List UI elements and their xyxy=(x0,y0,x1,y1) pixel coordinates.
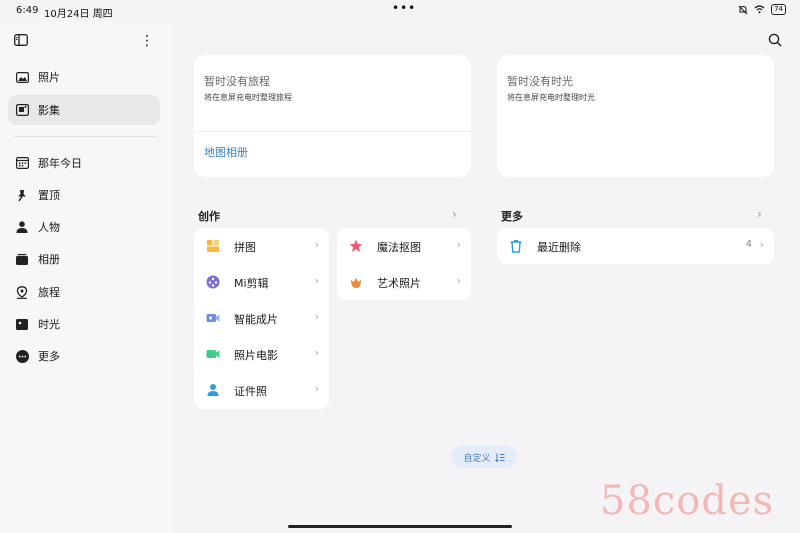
tool-smart-video[interactable]: 智能成片 › xyxy=(194,300,329,336)
sidebar-toggle-icon[interactable] xyxy=(14,34,28,46)
tool-art-photo[interactable]: 艺术照片 › xyxy=(337,264,471,300)
tool-magic-cutout[interactable]: 魔法抠图 › xyxy=(337,228,471,264)
chevron-right-icon: › xyxy=(314,274,319,287)
chevron-right-icon: › xyxy=(314,310,319,323)
sidebar-top: ⋮ xyxy=(14,34,160,52)
customize-button[interactable]: 自定义 xyxy=(451,446,517,468)
creation-tools-list-2: 魔法抠图 › 艺术照片 › xyxy=(337,228,471,300)
home-indicator[interactable] xyxy=(288,525,512,528)
more-section-title: 更多 xyxy=(501,210,523,223)
tool-label: 证件照 xyxy=(234,385,267,398)
image-icon xyxy=(15,71,29,83)
tool-label: 拼图 xyxy=(234,241,256,254)
sidebar-item-trips[interactable]: 旅程 xyxy=(8,277,160,307)
status-bar: 6:49 10月24日 周四 ••• 74 xyxy=(0,0,800,22)
card-divider xyxy=(194,131,471,132)
more-vertical-icon[interactable]: ⋮ xyxy=(140,34,154,48)
sidebar-item-people[interactable]: 人物 xyxy=(8,212,160,242)
moments-empty-subtitle: 将在息屏充电时整理时光 xyxy=(507,93,595,102)
calendar-icon xyxy=(15,157,29,169)
status-date: 10月24日 周四 xyxy=(44,9,113,20)
smart-video-icon xyxy=(206,314,220,322)
customize-button-label: 自定义 xyxy=(463,453,491,464)
sidebar-item-label: 置顶 xyxy=(38,189,60,202)
album-icon xyxy=(15,104,29,116)
location-icon xyxy=(16,285,28,299)
chevron-right-icon: › xyxy=(314,346,319,359)
sidebar-item-label: 照片 xyxy=(38,71,60,84)
sidebar-item-label: 人物 xyxy=(38,221,60,234)
tool-label: 智能成片 xyxy=(234,313,278,326)
chevron-right-icon: › xyxy=(314,382,319,395)
trash-icon xyxy=(510,240,522,253)
sidebar-item-label: 旅程 xyxy=(38,286,60,299)
mute-bell-icon xyxy=(738,5,748,14)
sidebar-item-label: 更多 xyxy=(38,350,60,363)
chevron-right-icon: › xyxy=(314,238,319,251)
more-chevron-icon[interactable]: › xyxy=(757,207,762,221)
tool-mi-edit[interactable]: Mi剪辑 › xyxy=(194,264,329,300)
sort-icon xyxy=(494,453,504,462)
status-icons: 74 xyxy=(738,4,786,15)
collage-icon xyxy=(207,240,219,252)
tool-id-photo[interactable]: 证件照 › xyxy=(194,372,329,408)
wifi-icon xyxy=(754,5,765,14)
sidebar-item-more[interactable]: 更多 xyxy=(8,341,160,371)
person-icon xyxy=(16,221,28,233)
trips-card: 暂时没有旅程 将在息屏充电时整理旅程 地图相册 xyxy=(194,55,471,177)
sidebar-item-label: 相册 xyxy=(38,253,60,266)
sidebar-item-photos[interactable]: 照片 xyxy=(8,62,160,92)
status-time: 6:49 xyxy=(16,5,39,16)
pin-icon xyxy=(18,189,26,201)
sidebar-item-folders[interactable]: 相册 xyxy=(8,244,160,274)
folder-icon xyxy=(16,253,28,265)
sidebar-item-moments[interactable]: 时光 xyxy=(8,309,160,339)
magic-cutout-icon xyxy=(349,239,363,252)
tool-photo-movie[interactable]: 照片电影 › xyxy=(194,336,329,372)
moments-empty-title: 暂时没有时光 xyxy=(507,75,573,88)
battery-icon: 74 xyxy=(771,4,786,15)
sidebar-item-label: 影集 xyxy=(38,104,60,117)
art-photo-icon xyxy=(351,278,361,288)
more-icon xyxy=(15,349,29,363)
recently-deleted-label: 最近删除 xyxy=(537,241,581,254)
search-icon[interactable] xyxy=(768,33,782,47)
tool-label: Mi剪辑 xyxy=(234,277,269,290)
creation-chevron-icon[interactable]: › xyxy=(452,207,457,221)
more-list: 最近删除 4 › xyxy=(497,228,774,264)
sidebar-item-label: 时光 xyxy=(38,318,60,331)
sidebar-item-label: 那年今日 xyxy=(38,157,82,170)
status-dots[interactable]: ••• xyxy=(392,1,416,15)
recently-deleted[interactable]: 最近删除 4 › xyxy=(497,228,774,264)
sidebar-item-albums[interactable]: 影集 xyxy=(8,95,160,125)
trips-empty-title: 暂时没有旅程 xyxy=(204,75,270,88)
trips-empty-subtitle: 将在息屏充电时整理旅程 xyxy=(204,93,292,102)
creation-tools-list: 拼图 › Mi剪辑 › 智能成片 › 照片电影 › 证件照 › xyxy=(194,228,329,409)
tool-collage[interactable]: 拼图 › xyxy=(194,228,329,264)
chevron-right-icon: › xyxy=(759,238,764,251)
moments-card: 暂时没有时光 将在息屏充电时整理时光 xyxy=(497,55,774,177)
film-icon xyxy=(16,318,28,330)
chevron-right-icon: › xyxy=(456,238,461,251)
sidebar-item-pinned[interactable]: 置顶 xyxy=(8,180,160,210)
id-photo-icon xyxy=(207,384,219,396)
creation-section-title: 创作 xyxy=(198,210,220,223)
sidebar: ⋮ 照片 影集 那年今日 置顶 人物 相册 旅程 时光 更多 xyxy=(0,22,174,533)
recently-deleted-count: 4 xyxy=(745,239,752,250)
tool-label: 艺术照片 xyxy=(377,277,421,290)
sidebar-item-memories[interactable]: 那年今日 xyxy=(8,148,160,178)
watermark: 58codes xyxy=(600,478,775,524)
chevron-right-icon: › xyxy=(456,274,461,287)
map-album-link[interactable]: 地图相册 xyxy=(204,144,248,160)
sidebar-divider xyxy=(14,136,157,137)
tool-label: 魔法抠图 xyxy=(377,241,421,254)
photo-movie-icon xyxy=(206,350,220,358)
mi-edit-icon xyxy=(206,275,220,289)
tool-label: 照片电影 xyxy=(234,349,278,362)
